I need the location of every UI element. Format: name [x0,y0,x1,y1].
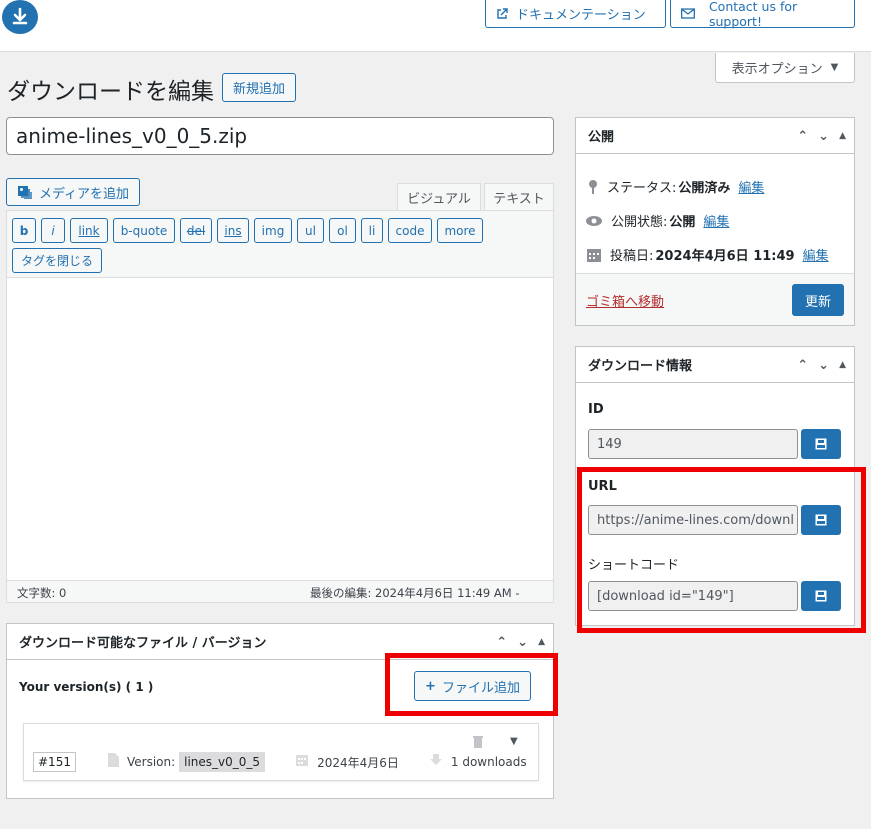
version-meta: #151 Version: lines_v0_0_5 2024年4月6日 1 d… [33,752,527,772]
copy-id-button[interactable] [801,429,841,459]
support-button[interactable]: Contact us for support! [670,0,855,29]
content-textarea[interactable] [6,278,554,580]
external-link-icon [497,7,508,19]
publish-box: 公開 ⌃ ⌄ ▲ ステータス: 公開済み 編集 公開状態: 公開 編集 投稿日:… [575,117,855,326]
qt-bquote-button[interactable]: b-quote [113,218,175,243]
chevron-up-icon[interactable]: ⌃ [797,129,808,144]
box-controls: ⌃ ⌄ ▲ [797,118,846,154]
version-value: lines_v0_0_5 [179,752,266,772]
eye-icon [586,215,602,226]
qt-italic-button[interactable]: i [41,218,65,243]
qt-ins-button[interactable]: ins [217,218,249,243]
version-id: #151 [33,752,76,772]
date-value: 2024年4月6日 11:49 [655,249,795,264]
post-title-value: anime-lines_v0_0_5.zip [16,124,248,148]
date-label: 投稿日: [610,249,654,264]
documentation-button[interactable]: ドキュメンテーション [485,0,666,28]
download-icon [12,7,28,25]
date-row: 投稿日: 2024年4月6日 11:49 編集 [586,245,829,264]
add-media-button[interactable]: メディアを追加 [6,178,140,206]
trash-icon[interactable] [472,734,484,752]
page-title: ダウンロードを編集 [7,79,214,105]
chevron-down-icon[interactable]: ⌄ [818,358,829,373]
editor-status-bar: 文字数: 0 最後の編集: 2024年4月6日 11:49 AM - [6,580,554,603]
triangle-up-icon[interactable]: ▲ [839,360,846,370]
publish-actions: ゴミ箱へ移動 更新 [576,273,854,325]
highlight-add-file [385,653,558,716]
envelope-icon [681,8,695,19]
version-row[interactable]: ▼ #151 Version: lines_v0_0_5 2024年4月6日 1… [23,723,539,781]
status-value: 公開済み [678,181,731,196]
download-info-title: ダウンロード情報 [588,359,693,374]
screen-options-toggle[interactable]: 表示オプション ▼ [715,53,855,83]
quicktags-toolbar: b i link b-quote del ins img ul ol li co… [6,210,554,278]
edit-visibility-link[interactable]: 編集 [703,211,729,230]
qt-li-button[interactable]: li [361,218,383,243]
support-label: Contact us for support! [708,0,798,29]
status-label: ステータス: [607,181,677,196]
qt-bold-button[interactable]: b [12,218,36,243]
qt-code-button[interactable]: code [388,218,432,243]
highlight-url-shortcode [577,467,866,633]
tab-visual[interactable]: ビジュアル [397,183,481,211]
qt-ul-button[interactable]: ul [297,218,324,243]
caret-down-icon: ▼ [830,62,839,73]
screen-options-label: 表示オプション [731,62,823,77]
qt-more-button[interactable]: more [437,218,483,243]
chevron-down-icon[interactable]: ⌄ [517,635,528,650]
qt-del-button[interactable]: del [180,218,212,243]
chevron-up-icon[interactable]: ⌃ [496,635,507,650]
chevron-down-icon[interactable]: ⌄ [818,129,829,144]
chevron-up-icon[interactable]: ⌃ [797,358,808,373]
calendar-icon [587,248,601,262]
last-edited: 最後の編集: 2024年4月6日 11:49 AM - [310,586,520,600]
trash-link[interactable]: ゴミ箱へ移動 [586,291,664,310]
edit-status-link[interactable]: 編集 [738,177,764,196]
download-count-icon [429,753,443,771]
qt-img-button[interactable]: img [254,218,292,243]
version-date: 2024年4月6日 [317,755,399,770]
version-label: Version: [126,755,176,769]
add-media-label: メディアを追加 [38,186,130,202]
media-icon [17,186,32,199]
id-field[interactable]: 149 [588,429,798,459]
status-row: ステータス: 公開済み 編集 [587,177,764,196]
visibility-label: 公開状態: [611,215,668,230]
id-label: ID [588,402,604,417]
word-count: 文字数: 0 [17,586,67,600]
documentation-label: ドキュメンテーション [516,8,646,23]
download-info-header: ダウンロード情報 ⌃ ⌄ ▲ [576,347,854,383]
plugin-logo [2,0,38,34]
box-controls: ⌃ ⌄ ▲ [797,347,846,383]
qt-close-tags-button[interactable]: タグを閉じる [12,248,102,273]
id-value: 149 [597,436,622,452]
update-button[interactable]: 更新 [792,284,844,316]
expand-icon[interactable]: ▼ [510,736,518,747]
add-new-button[interactable]: 新規追加 [222,73,296,102]
qt-link-button[interactable]: link [70,218,108,243]
pin-icon [589,179,597,194]
visibility-row: 公開状態: 公開 編集 [585,211,729,230]
visibility-value: 公開 [669,215,696,230]
copy-icon [815,438,827,450]
versions-count: Your version(s) ( 1 ) [19,680,154,694]
qt-ol-button[interactable]: ol [329,218,356,243]
publish-box-title: 公開 [588,130,615,145]
calendar-icon [295,753,309,771]
document-icon [107,753,119,771]
tab-text[interactable]: テキスト [484,183,554,211]
triangle-up-icon[interactable]: ▲ [839,131,846,141]
triangle-up-icon[interactable]: ▲ [538,637,545,647]
publish-box-header: 公開 ⌃ ⌄ ▲ [576,118,854,154]
edit-date-link[interactable]: 編集 [803,245,829,264]
download-count: 1 downloads [450,755,527,769]
files-box-title: ダウンロード可能なファイル / バージョン [19,636,267,651]
post-title-input[interactable]: anime-lines_v0_0_5.zip [6,117,554,155]
